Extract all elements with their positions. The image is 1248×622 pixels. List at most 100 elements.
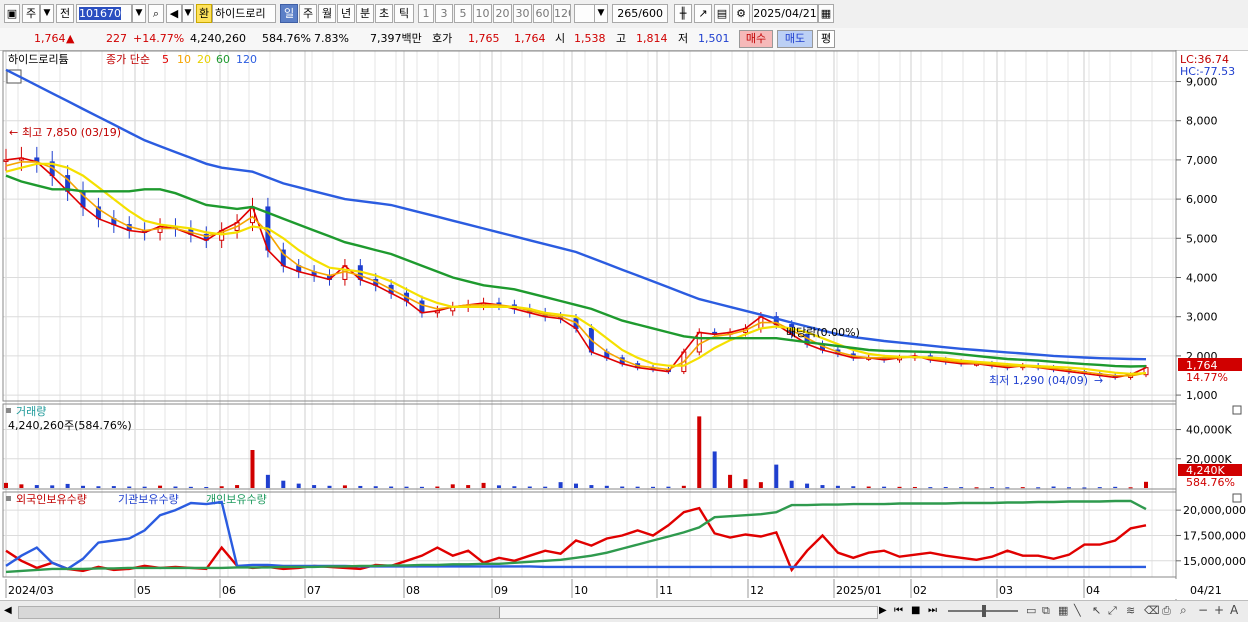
- interval-60[interactable]: 60: [533, 4, 552, 23]
- annotation-high-arrow-icon: ←: [9, 126, 18, 139]
- print-icon[interactable]: ⎙: [1162, 604, 1171, 618]
- volume-bar: [1097, 487, 1102, 489]
- grid-icon[interactable]: ▦: [1058, 604, 1068, 617]
- holdings-panel-close-icon[interactable]: [1232, 493, 1242, 503]
- volume-bar: [558, 482, 563, 488]
- tab-daily-label: 일: [283, 7, 295, 20]
- current-change-axis-label: 14.77%: [1186, 371, 1228, 384]
- code-dropdown-icon[interactable]: ▼: [132, 4, 146, 23]
- stop-icon[interactable]: ■: [911, 605, 920, 616]
- line-tool-icon[interactable]: ╲: [1074, 604, 1081, 617]
- eval-button[interactable]: 평: [817, 30, 835, 48]
- interval-1[interactable]: 1: [418, 4, 434, 23]
- interval-10[interactable]: 10: [473, 4, 492, 23]
- save-icon[interactable]: ▤: [714, 4, 730, 23]
- market-select[interactable]: 주: [22, 4, 40, 23]
- window-icon[interactable]: ▣: [4, 4, 20, 23]
- eraser-icon[interactable]: ⌫: [1144, 604, 1160, 617]
- market-dropdown-icon[interactable]: ▼: [40, 4, 54, 23]
- calendar-icon[interactable]: ▦: [818, 4, 834, 23]
- interval-120[interactable]: 120: [553, 4, 571, 23]
- price-change-pct: +14.77%: [133, 32, 185, 45]
- buy-button[interactable]: 매수: [739, 30, 773, 48]
- volume-bar: [265, 474, 270, 488]
- volume-bar: [681, 485, 686, 488]
- candle-type-icon[interactable]: ╫: [674, 4, 692, 23]
- tab-weekly[interactable]: 주: [299, 4, 317, 23]
- layout-icon[interactable]: ▭: [1026, 604, 1036, 617]
- chart-area[interactable]: 하이드로리튬 종가 단순 5 10 20 60 120 ← 최고 7,850 (…: [0, 50, 1248, 621]
- price-tick-label: 1,000: [1186, 389, 1218, 402]
- tab-tick[interactable]: 틱: [394, 4, 414, 23]
- x-axis-right-date: 04/21: [1190, 584, 1222, 597]
- holdings-tick-label: 20,000,000: [1183, 504, 1246, 517]
- fib-icon[interactable]: ≋: [1126, 604, 1135, 617]
- tab-second[interactable]: 초: [375, 4, 393, 23]
- interval-5-label: 5: [459, 7, 467, 20]
- legend-foreign: 외국인보유수량: [16, 493, 87, 506]
- volume-bar: [820, 485, 825, 488]
- volume-bar: [974, 487, 979, 489]
- interval-5[interactable]: 5: [454, 4, 472, 23]
- cursor-icon[interactable]: ↖: [1092, 604, 1101, 617]
- date-input[interactable]: 2025/04/21: [752, 4, 818, 23]
- stock-code-value: 101670: [79, 7, 121, 20]
- volume-bars: [4, 416, 1148, 489]
- draw-tool-icon[interactable]: ↗: [694, 4, 712, 23]
- volume-bar: [281, 480, 286, 488]
- search-zoom-icon[interactable]: ⌕: [1180, 603, 1187, 618]
- gridlines: [3, 51, 1176, 577]
- volume-bar: [96, 486, 101, 488]
- fast-forward-icon[interactable]: ⏭: [928, 605, 937, 616]
- tab-minute[interactable]: 분: [356, 4, 374, 23]
- x-axis-background: [0, 579, 1248, 599]
- interval-60-label: 60: [535, 7, 550, 20]
- gear-icon[interactable]: ⚙: [732, 4, 750, 23]
- volume-bar: [1005, 487, 1010, 489]
- volume-bar: [574, 483, 578, 488]
- speaker-dropdown-icon[interactable]: ▼: [182, 4, 194, 23]
- volume-bar: [373, 486, 378, 488]
- scroll-left-icon[interactable]: ◀: [4, 605, 12, 616]
- volume-bar: [235, 485, 240, 488]
- zoom-in-icon[interactable]: +: [1214, 603, 1224, 617]
- holdings-legend-bullet: [6, 496, 11, 501]
- interval-dropdown-icon[interactable]: ▼: [594, 4, 608, 23]
- price-change: 227: [106, 32, 127, 45]
- interval-3[interactable]: 3: [435, 4, 453, 23]
- price-series: [3, 68, 1149, 380]
- volume-bar: [758, 482, 763, 488]
- trend-icon[interactable]: ⤢: [1108, 604, 1117, 618]
- zoom-out-icon[interactable]: −: [1198, 603, 1208, 617]
- stock-code-input[interactable]: 101670: [76, 4, 132, 23]
- scrollbar-thumb[interactable]: [499, 607, 877, 618]
- auto-scale-icon[interactable]: A: [1230, 603, 1238, 617]
- tab-daily[interactable]: 일: [280, 4, 298, 23]
- legend-ma10: 10: [177, 53, 191, 66]
- scroll-right-icon[interactable]: ▶: [879, 605, 887, 616]
- hwan-button[interactable]: 환: [196, 4, 212, 23]
- interval-30[interactable]: 30: [513, 4, 532, 23]
- volume-panel-close-icon[interactable]: [1232, 405, 1242, 415]
- copy-icon[interactable]: ⧉: [1042, 604, 1050, 618]
- x-axis-label: 09: [494, 584, 508, 597]
- tab-yearly[interactable]: 년: [337, 4, 355, 23]
- price-tick-label: 3,000: [1186, 311, 1218, 324]
- speaker-icon[interactable]: ◀: [166, 4, 182, 23]
- zoom-slider-handle[interactable]: [982, 605, 986, 617]
- volume-bar: [774, 464, 779, 488]
- count-input[interactable]: 265/600: [612, 4, 668, 23]
- horizontal-scrollbar[interactable]: [18, 606, 878, 619]
- prev-button[interactable]: 전: [56, 4, 74, 23]
- tab-monthly[interactable]: 월: [318, 4, 336, 23]
- interval-20[interactable]: 20: [493, 4, 512, 23]
- price-tick-label: 8,000: [1186, 115, 1218, 128]
- rewind-icon[interactable]: ⏮: [894, 605, 903, 616]
- x-axis-label: 08: [406, 584, 420, 597]
- interval-1-label: 1: [422, 7, 430, 20]
- search-icon[interactable]: ⌕: [148, 4, 164, 23]
- volume-bar: [327, 485, 332, 488]
- stock-chart[interactable]: 하이드로리튬 종가 단순 5 10 20 60 120 ← 최고 7,850 (…: [0, 50, 1248, 600]
- sell-button[interactable]: 매도: [777, 30, 813, 48]
- stock-name-field[interactable]: 하이드로리: [212, 4, 276, 23]
